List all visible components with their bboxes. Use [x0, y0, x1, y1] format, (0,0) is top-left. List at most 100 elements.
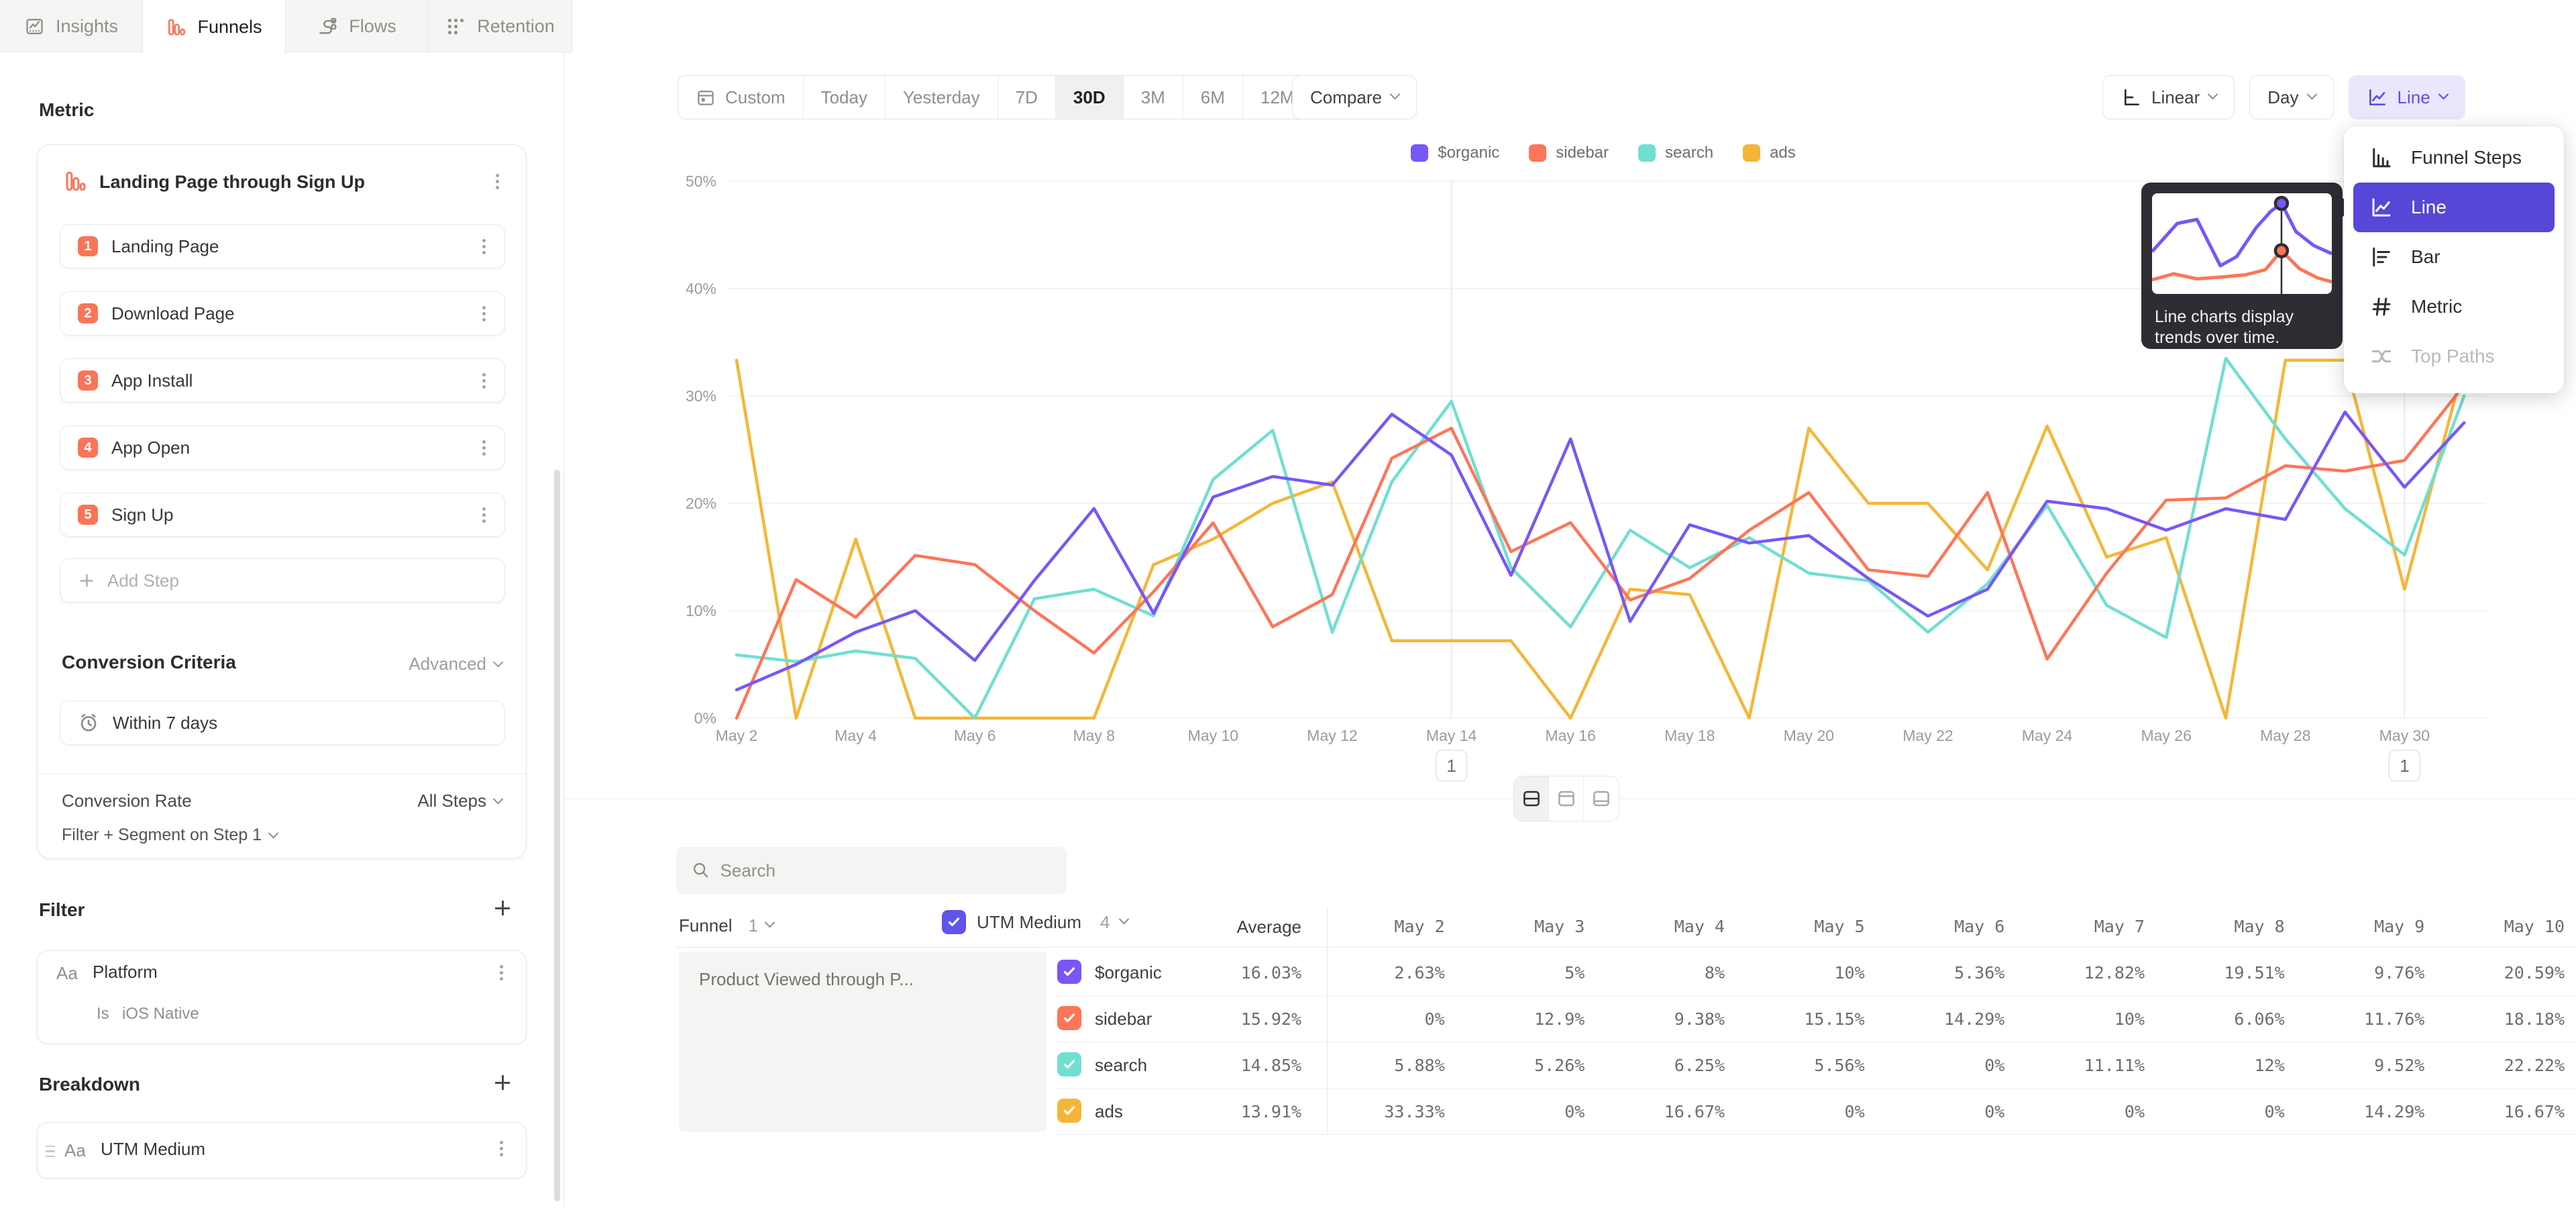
- range-today[interactable]: Today: [804, 76, 885, 119]
- step-number-badge: 2: [78, 303, 98, 323]
- search-input[interactable]: [720, 860, 1052, 881]
- value-cell: 10%: [1725, 963, 1865, 983]
- menu-item-bar[interactable]: Bar: [2353, 232, 2555, 282]
- date-column-header[interactable]: May 10: [2424, 917, 2565, 936]
- svg-text:May 14: May 14: [1426, 727, 1477, 744]
- tooltip-text: Line charts display trends over time.: [2152, 307, 2332, 348]
- breakdown-column-header[interactable]: UTM Medium 4: [942, 910, 1128, 934]
- legend-item-search[interactable]: search: [1638, 144, 1713, 162]
- interval-dropdown[interactable]: Day: [2249, 75, 2333, 119]
- svg-text:40%: 40%: [686, 280, 716, 297]
- step-number-badge: 1: [78, 236, 98, 256]
- tab-retention[interactable]: Retention: [429, 0, 572, 52]
- funnel-step-app-install[interactable]: 3App Install: [60, 358, 505, 403]
- compare-button[interactable]: Compare: [1292, 75, 1417, 119]
- value-cell: 15.15%: [1725, 1009, 1865, 1029]
- range-label: 6M: [1201, 87, 1225, 108]
- funnel-step-landing-page[interactable]: 1Landing Page: [60, 224, 505, 268]
- conversion-window-row[interactable]: Within 7 days: [60, 701, 505, 745]
- table-top-view-button[interactable]: [1549, 776, 1584, 821]
- range-custom[interactable]: Custom: [678, 76, 804, 119]
- date-column-header[interactable]: May 6: [1865, 917, 2005, 936]
- value-cell: 0%: [2004, 1102, 2145, 1121]
- row-values: 0%12.9%9.38%15.15%14.29%10%6.06%11.76%18…: [1305, 1009, 2565, 1029]
- breakdown-card[interactable]: Aa UTM Medium: [37, 1122, 527, 1178]
- filter-operator[interactable]: Is: [97, 1005, 109, 1023]
- date-column-header[interactable]: May 5: [1725, 917, 1865, 936]
- sidebar-scrollbar[interactable]: [554, 470, 560, 1201]
- row-average: 14.85%: [1167, 1056, 1301, 1075]
- step-kebab-menu-icon[interactable]: [482, 513, 486, 517]
- row-checkbox[interactable]: [1057, 1099, 1081, 1123]
- funnels-icon: [166, 17, 186, 38]
- funnel-kebab-menu-icon[interactable]: [496, 180, 499, 183]
- date-column-header[interactable]: May 8: [2145, 917, 2285, 936]
- step-kebab-menu-icon[interactable]: [482, 446, 486, 450]
- row-checkbox[interactable]: [1057, 960, 1081, 984]
- funnel-column-header[interactable]: Funnel 1: [679, 915, 773, 936]
- legend-label: $organic: [1438, 144, 1499, 162]
- filter-card[interactable]: Aa Platform Is iOS Native: [37, 950, 527, 1044]
- date-column-header[interactable]: May 4: [1585, 917, 1725, 936]
- top-paths-icon: [2369, 344, 2394, 368]
- drag-handle-icon[interactable]: [46, 1146, 55, 1157]
- filter-value[interactable]: iOS Native: [122, 1005, 199, 1023]
- legend-item-ads[interactable]: ads: [1743, 144, 1796, 162]
- range-7d[interactable]: 7D: [998, 76, 1056, 119]
- range-yesterday[interactable]: Yesterday: [885, 76, 998, 119]
- menu-item-line[interactable]: Line: [2353, 183, 2555, 232]
- value-cell: 0%: [1305, 1009, 1445, 1029]
- scale-dropdown[interactable]: Linear: [2102, 75, 2235, 119]
- range-3m[interactable]: 3M: [1124, 76, 1183, 119]
- date-column-header[interactable]: May 7: [2004, 917, 2145, 936]
- filter-kebab-menu-icon[interactable]: [500, 971, 503, 974]
- step-kebab-menu-icon[interactable]: [482, 245, 486, 248]
- legend-item--organic[interactable]: $organic: [1411, 144, 1499, 162]
- funnel-step-sign-up[interactable]: 5Sign Up: [60, 493, 505, 537]
- step-kebab-menu-icon[interactable]: [482, 379, 486, 383]
- range-6m[interactable]: 6M: [1183, 76, 1243, 119]
- funnel-metric-card: Landing Page through Sign Up 1Landing Pa…: [37, 144, 527, 859]
- value-cell: 9.52%: [2285, 1056, 2425, 1075]
- value-cell: 5.88%: [1305, 1056, 1445, 1075]
- row-checkbox[interactable]: [1057, 1006, 1081, 1030]
- filter-segment-step-dropdown[interactable]: Filter + Segment on Step 1: [62, 825, 277, 845]
- date-column-header[interactable]: May 3: [1445, 917, 1585, 936]
- svg-text:May 28: May 28: [2260, 727, 2310, 744]
- range-30d[interactable]: 30D: [1056, 76, 1124, 119]
- split-view-button[interactable]: [1514, 776, 1549, 821]
- advanced-dropdown[interactable]: Advanced: [409, 654, 502, 674]
- add-step-button[interactable]: Add Step: [60, 558, 505, 603]
- chevron-down-icon: [1390, 89, 1401, 99]
- value-cell: 6.06%: [2145, 1009, 2285, 1029]
- menu-item-metric[interactable]: Metric: [2353, 282, 2555, 332]
- conversion-window-label: Within 7 days: [113, 713, 217, 734]
- text-property-icon: Aa: [56, 963, 78, 984]
- step-kebab-menu-icon[interactable]: [482, 312, 486, 315]
- funnel-step-download-page[interactable]: 2Download Page: [60, 291, 505, 336]
- value-cell: 16.67%: [1585, 1102, 1725, 1121]
- tab-insights[interactable]: Insights: [0, 0, 143, 52]
- funnel-title[interactable]: Landing Page through Sign Up: [99, 172, 365, 193]
- row-average: 16.03%: [1167, 963, 1301, 983]
- row-checkbox[interactable]: [1057, 1052, 1081, 1076]
- funnel-step-app-open[interactable]: 4App Open: [60, 425, 505, 470]
- menu-item-funnel-steps[interactable]: Funnel Steps: [2353, 133, 2555, 183]
- date-column-header[interactable]: May 9: [2285, 917, 2425, 936]
- conversion-rate-scope-dropdown[interactable]: All Steps: [417, 791, 502, 811]
- funnel-name-cell[interactable]: Product Viewed through P...: [679, 952, 1046, 1131]
- chart-type-dropdown[interactable]: Line: [2349, 75, 2465, 119]
- breakdown-kebab-menu-icon[interactable]: [500, 1147, 503, 1150]
- chevron-down-icon: [493, 657, 504, 668]
- tab-funnels[interactable]: Funnels: [143, 0, 286, 54]
- date-column-header[interactable]: May 2: [1305, 917, 1445, 936]
- average-column-header[interactable]: Average: [1167, 917, 1301, 938]
- menu-item-label: Metric: [2411, 296, 2462, 317]
- table-bottom-view-button[interactable]: [1584, 776, 1619, 821]
- range-label: Custom: [725, 87, 786, 108]
- svg-text:May 6: May 6: [954, 727, 996, 744]
- svg-text:1: 1: [2400, 756, 2409, 776]
- breakdown-select-all-checkbox[interactable]: [942, 910, 966, 934]
- legend-item-sidebar[interactable]: sidebar: [1529, 144, 1609, 162]
- tab-flows[interactable]: Flows: [286, 0, 429, 52]
